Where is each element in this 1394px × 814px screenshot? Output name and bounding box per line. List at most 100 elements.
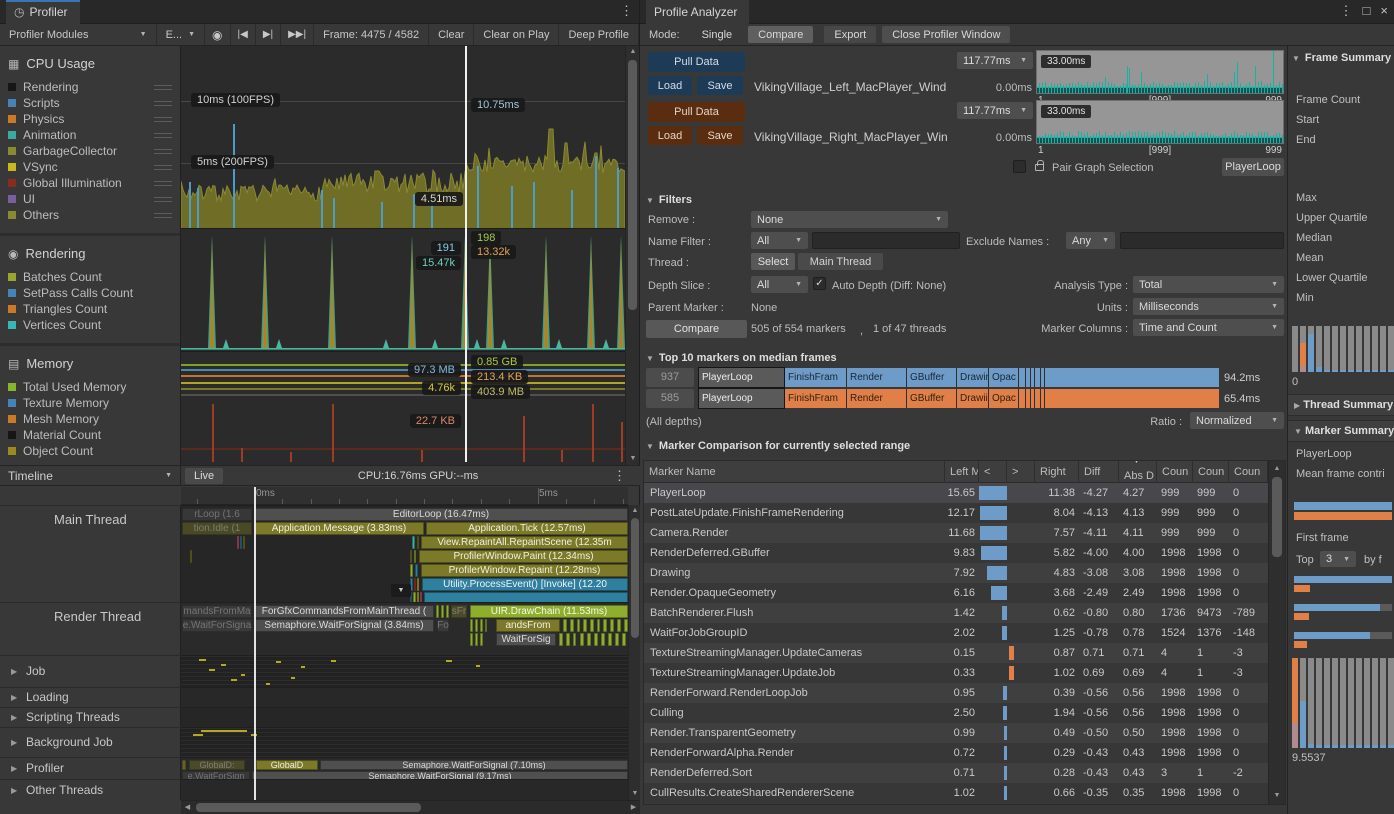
analyzer-menu-icon[interactable]: ⋮ bbox=[1340, 3, 1353, 19]
timeline-sliver[interactable] bbox=[610, 619, 614, 632]
timeline-marker[interactable]: Semaphore.WaitForSignal (9.17ms) bbox=[252, 771, 628, 779]
timeline-sliver[interactable] bbox=[590, 619, 594, 632]
thread-select-button[interactable]: Select bbox=[751, 253, 795, 270]
table-row[interactable]: RenderDeferred.Sort0.710.28-0.430.4331-2 bbox=[644, 763, 1268, 783]
top10-frame-number[interactable]: 585 bbox=[646, 389, 694, 408]
mode-compare-button[interactable]: Compare bbox=[748, 26, 813, 43]
timeline-vscrollbar[interactable]: ▲ ▼ bbox=[628, 505, 640, 800]
timeline-ruler[interactable]: 0ms5ms bbox=[181, 487, 628, 505]
prev-frame-button[interactable]: |◀ bbox=[231, 24, 256, 45]
column-header-Coun[interactable]: Coun bbox=[1157, 461, 1193, 483]
timeline-marker[interactable]: Fo bbox=[437, 619, 449, 632]
right-range-dropdown[interactable]: 117.77ms▼ bbox=[957, 102, 1033, 119]
thread-label-job[interactable]: ▶Job bbox=[0, 655, 181, 687]
thread-rows-render-thread[interactable]: mandsFromMaForGfxCommandsFromMainThread … bbox=[181, 602, 628, 655]
timeline-marker[interactable]: e.WaitForSigna bbox=[182, 619, 252, 632]
scrollbar-handle[interactable] bbox=[1272, 477, 1282, 557]
timeline-sliver[interactable] bbox=[622, 633, 626, 646]
module-item-rendering[interactable]: Rendering bbox=[0, 79, 180, 95]
drag-handle-icon[interactable] bbox=[154, 149, 172, 154]
module-item-others[interactable]: Others bbox=[0, 207, 180, 223]
module-item-batches-count[interactable]: Batches Count bbox=[0, 269, 180, 285]
scroll-down-icon[interactable]: ▼ bbox=[1269, 790, 1285, 802]
timeline-sliver[interactable] bbox=[436, 605, 439, 618]
timeline-marker[interactable]: sFr bbox=[451, 605, 467, 618]
last-frame-button[interactable]: ▶▶| bbox=[281, 24, 314, 45]
marker-comparison-header[interactable]: ▼Marker Comparison for currently selecte… bbox=[646, 440, 910, 452]
timeline-sliver[interactable] bbox=[608, 633, 612, 646]
drag-handle-icon[interactable] bbox=[154, 85, 172, 90]
column-header-Left M[interactable]: Left M bbox=[945, 461, 979, 483]
top10-segment[interactable] bbox=[1045, 368, 1219, 387]
module-item-texture-memory[interactable]: Texture Memory bbox=[0, 395, 180, 411]
drag-handle-icon[interactable] bbox=[154, 181, 172, 186]
profiler-charts[interactable]: 10ms (100FPS)5ms (200FPS)10.75ms4.51ms 1… bbox=[181, 46, 625, 465]
top-count-dropdown[interactable]: 3▼ bbox=[1320, 551, 1356, 567]
timeline-hscrollbar[interactable]: ◀ ▶ bbox=[181, 800, 640, 814]
save-right-button[interactable]: Save bbox=[697, 126, 743, 145]
timeline-marker[interactable]: Semaphore.WaitForSignal (7.10ms) bbox=[320, 760, 628, 770]
thread-rows-job[interactable] bbox=[181, 655, 628, 687]
timeline-sliver[interactable] bbox=[475, 619, 478, 632]
timeline-sliver[interactable] bbox=[243, 536, 245, 549]
table-row[interactable]: Render.OpaqueGeometry6.163.68-2.492.4919… bbox=[644, 583, 1268, 603]
module-item-garbagecollector[interactable]: GarbageCollector bbox=[0, 143, 180, 159]
top10-segment[interactable] bbox=[1041, 389, 1044, 408]
timeline-marker[interactable]: e.WaitForSign bbox=[182, 771, 250, 779]
timeline-marker[interactable]: andsFrom bbox=[496, 619, 560, 632]
filters-section-header[interactable]: ▼Filters bbox=[646, 194, 692, 206]
foldout-closed-icon[interactable]: ▶ bbox=[11, 738, 17, 747]
name-filter-mode-dropdown[interactable]: All▼ bbox=[751, 232, 808, 249]
column-header-Marker Name[interactable]: Marker Name bbox=[644, 461, 945, 483]
compare-button[interactable]: Compare bbox=[646, 320, 747, 338]
selected-marker-chip[interactable]: PlayerLoop bbox=[1222, 158, 1284, 176]
top10-segment[interactable]: GBuffer bbox=[907, 389, 956, 408]
summary-histogram[interactable] bbox=[1292, 658, 1394, 748]
table-row[interactable]: Camera.Render11.687.57-4.114.119999990 bbox=[644, 523, 1268, 543]
timeline-marker[interactable]: Utility.ProcessEvent() [Invoke] (12.20 bbox=[422, 578, 628, 591]
thread-summary-header[interactable]: ▶ Thread Summary bbox=[1288, 394, 1394, 416]
timeline-sliver[interactable] bbox=[615, 633, 619, 646]
timeline-sliver[interactable] bbox=[470, 633, 473, 646]
timeline-marker[interactable]: UIR.DrawChain (11.53ms) bbox=[470, 605, 628, 618]
timeline-sliver[interactable] bbox=[480, 633, 483, 646]
thread-rows-loading[interactable] bbox=[181, 687, 628, 707]
timeline-sliver[interactable] bbox=[413, 592, 416, 602]
deep-profile-button[interactable]: Deep Profile bbox=[559, 24, 639, 45]
auto-depth-checkbox[interactable]: ✓ bbox=[813, 277, 826, 290]
exclude-names-input[interactable] bbox=[1120, 232, 1284, 249]
thread-rows-other-threads[interactable] bbox=[181, 779, 628, 800]
foldout-closed-icon[interactable]: ▶ bbox=[11, 693, 17, 702]
timeline-sliver[interactable] bbox=[417, 536, 419, 549]
timeline-sliver[interactable] bbox=[594, 633, 598, 646]
timeline-content[interactable]: rLoop (1.6EditorLoop (16.47ms)tion.Idle … bbox=[181, 505, 628, 800]
column-header-Abs D[interactable]: Abs D▼ bbox=[1119, 461, 1157, 483]
name-filter-input[interactable] bbox=[812, 232, 960, 249]
top10-segment[interactable]: Render bbox=[847, 389, 906, 408]
remove-dropdown[interactable]: None▼ bbox=[751, 211, 948, 228]
column-header-Coun[interactable]: Coun bbox=[1193, 461, 1229, 483]
ratio-dropdown[interactable]: Normalized▼ bbox=[1190, 412, 1284, 429]
timeline-sliver[interactable] bbox=[441, 605, 444, 618]
table-scrollbar[interactable]: ▲ ▼ bbox=[1268, 461, 1285, 804]
timeline-sliver[interactable] bbox=[580, 633, 584, 646]
top10-marker-bar[interactable]: PlayerLoopFinishFramRenderGBufferDrawiiO… bbox=[699, 389, 1219, 408]
mode-single-button[interactable]: Single bbox=[692, 26, 743, 43]
top10-segment[interactable]: Render bbox=[847, 368, 906, 387]
top10-segment[interactable]: PlayerLoop bbox=[699, 389, 784, 408]
table-row[interactable]: BatchRenderer.Flush1.420.62-0.800.801736… bbox=[644, 603, 1268, 623]
timeline-marker[interactable]: Application.Tick (12.57ms) bbox=[426, 522, 628, 535]
timeline-sliver[interactable] bbox=[237, 536, 239, 549]
profiler-menu-icon[interactable]: ⋮ bbox=[620, 3, 633, 19]
thread-rows-background-job[interactable] bbox=[181, 727, 628, 757]
clear-button[interactable]: Clear bbox=[429, 24, 474, 45]
timeline-sliver[interactable] bbox=[414, 550, 416, 563]
table-row[interactable]: TextureStreamingManager.UpdateCameras0.1… bbox=[644, 643, 1268, 663]
timeline-marker[interactable]: ForGfxCommandsFromMainThread ( bbox=[254, 605, 434, 618]
cpu-usage-chart[interactable]: 10ms (100FPS)5ms (200FPS)10.75ms4.51ms bbox=[181, 46, 625, 229]
top10-segment[interactable]: Drawir bbox=[957, 368, 988, 387]
top10-segment[interactable]: FinishFram bbox=[785, 368, 846, 387]
scroll-up-icon[interactable]: ▲ bbox=[1269, 463, 1285, 475]
timeline-marker[interactable]: mandsFromMa bbox=[182, 605, 252, 618]
thread-label-background-job[interactable]: ▶Background Job bbox=[0, 727, 181, 757]
